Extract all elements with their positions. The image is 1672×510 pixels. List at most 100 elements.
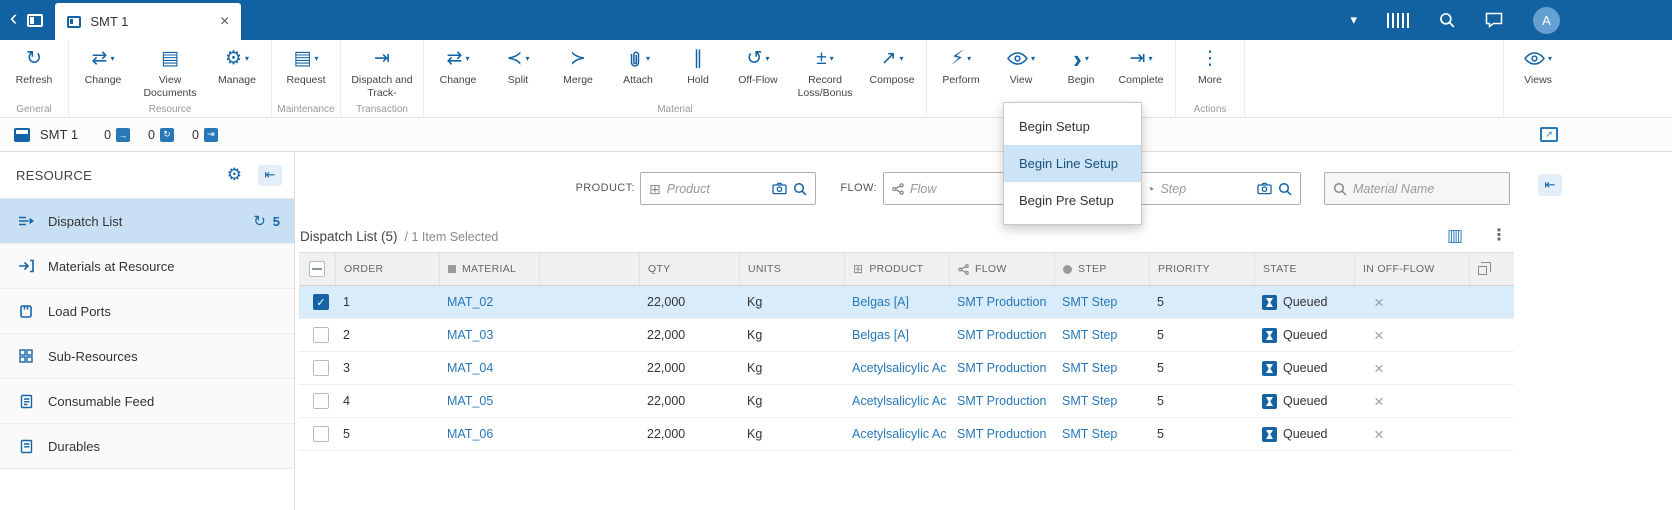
more-options-icon[interactable]: ⋮ <box>1491 225 1507 245</box>
material-link[interactable]: MAT_04 <box>447 361 493 375</box>
remove-icon[interactable]: × <box>1362 393 1384 410</box>
step-link[interactable]: SMT Step <box>1062 328 1117 342</box>
product-link[interactable]: Acetylsalicylic Ac <box>852 361 946 375</box>
menu-item-begin-line-setup[interactable]: Begin Line Setup <box>1004 145 1141 182</box>
toolbar-button-dispatch-and-track[interactable]: ⇥Dispatch and Track- <box>345 46 419 99</box>
step-input[interactable] <box>1160 182 1251 196</box>
row-checkbox[interactable]: ✓ <box>313 294 329 310</box>
column-header-flow[interactable]: FLOW <box>949 253 1054 285</box>
sidebar-item-load-ports[interactable]: Load Ports <box>0 289 294 334</box>
material-link[interactable]: MAT_06 <box>447 427 493 441</box>
sidebar-item-consumable-feed[interactable]: Consumable Feed <box>0 379 294 424</box>
product-link[interactable]: Acetylsalicylic Ac <box>852 394 946 408</box>
toolbar-button-record-loss-bonus[interactable]: ±▾Record Loss/Bonus <box>788 46 862 99</box>
sidebar-item-materials-at-resource[interactable]: Materials at Resource <box>0 244 294 289</box>
toolbar-button-split[interactable]: ≺▾Split <box>488 46 548 87</box>
search-icon[interactable] <box>793 182 807 196</box>
table-row[interactable]: 5MAT_0622,000KgAcetylsalicylic AcSMT Pro… <box>299 418 1514 451</box>
flow-link[interactable]: SMT Production <box>957 295 1046 309</box>
product-link[interactable]: Belgas [A] <box>852 295 909 309</box>
expand-icon[interactable]: ↗ <box>1540 127 1558 142</box>
remove-icon[interactable]: × <box>1362 426 1384 443</box>
table-row[interactable]: ✓1MAT_0222,000KgBelgas [A]SMT Production… <box>299 286 1514 319</box>
remove-icon[interactable]: × <box>1362 294 1384 311</box>
column-header-material[interactable]: MATERIAL <box>439 253 539 285</box>
avatar[interactable]: A <box>1533 7 1560 34</box>
refresh-count-badge[interactable]: ↻5 <box>253 212 280 230</box>
column-header-product[interactable]: ⊞PRODUCT <box>844 253 949 285</box>
row-checkbox[interactable] <box>313 360 329 376</box>
flow-link[interactable]: SMT Production <box>957 328 1046 342</box>
toolbar-button-refresh[interactable]: ↻Refresh <box>4 46 64 87</box>
column-header-state[interactable]: STATE <box>1254 253 1354 285</box>
toolbar-button-change[interactable]: ⇄▾Change <box>73 46 133 87</box>
material-search-input[interactable] <box>1353 182 1501 196</box>
toolbar-button-off-flow[interactable]: ↺▾Off-Flow <box>728 46 788 87</box>
barcode-icon[interactable] <box>1387 13 1409 28</box>
product-input[interactable] <box>667 182 766 196</box>
sidebar-item-dispatch-list[interactable]: Dispatch List↻5 <box>0 199 294 244</box>
column-header-step[interactable]: STEP <box>1054 253 1149 285</box>
toolbar-button-more[interactable]: ⋮More <box>1180 46 1240 87</box>
material-link[interactable]: MAT_05 <box>447 394 493 408</box>
tab-smt1[interactable]: SMT 1 × <box>55 3 241 40</box>
gear-icon[interactable]: ⚙ <box>227 165 242 185</box>
row-checkbox[interactable] <box>313 393 329 409</box>
flow-link[interactable]: SMT Production <box>957 394 1046 408</box>
toolbar-button-compose[interactable]: ↗▾Compose <box>862 46 922 87</box>
toolbar-button-views[interactable]: ▾ Views <box>1508 46 1568 87</box>
menu-item-begin-setup[interactable]: Begin Setup <box>1004 108 1141 145</box>
menu-item-begin-pre-setup[interactable]: Begin Pre Setup <box>1004 182 1141 219</box>
counter-track-in[interactable]: 0→ <box>104 128 130 142</box>
window-icon[interactable] <box>27 14 43 27</box>
column-header-icon-2[interactable] <box>539 253 639 285</box>
counter-track-out[interactable]: 0⇥ <box>192 128 218 142</box>
toolbar-button-begin[interactable]: ›▾Begin <box>1051 46 1111 87</box>
chat-icon[interactable] <box>1485 12 1503 28</box>
flow-link[interactable]: SMT Production <box>957 361 1046 375</box>
step-link[interactable]: SMT Step <box>1062 427 1117 441</box>
toolbar-button-change[interactable]: ⇄▾Change <box>428 46 488 87</box>
column-header-in-off-flow[interactable]: IN OFF-FLOW <box>1354 253 1469 285</box>
toolbar-button-hold[interactable]: ∥Hold <box>668 46 728 87</box>
column-header-qty[interactable]: QTY <box>639 253 739 285</box>
toolbar-button-perform[interactable]: ⚡▾Perform <box>931 46 991 87</box>
search-icon[interactable] <box>1278 182 1292 196</box>
table-row[interactable]: 3MAT_0422,000KgAcetylsalicylic AcSMT Pro… <box>299 352 1514 385</box>
toolbar-button-merge[interactable]: ≻Merge <box>548 46 608 87</box>
product-link[interactable]: Acetylsalicylic Ac <box>852 427 946 441</box>
toolbar-button-complete[interactable]: ⇥▾Complete <box>1111 46 1171 87</box>
tab-close-icon[interactable]: × <box>216 14 233 30</box>
step-link[interactable]: SMT Step <box>1062 394 1117 408</box>
row-checkbox[interactable] <box>313 327 329 343</box>
step-link[interactable]: SMT Step <box>1062 295 1117 309</box>
column-header-units[interactable]: UNITS <box>739 253 844 285</box>
counter-processing[interactable]: 0↻ <box>148 128 174 142</box>
toolbar-button-view-documents[interactable]: ▤View Documents <box>133 46 207 99</box>
search-icon[interactable] <box>1439 12 1455 28</box>
remove-icon[interactable]: × <box>1362 327 1384 344</box>
column-header-icon-11[interactable] <box>1469 253 1514 285</box>
flow-link[interactable]: SMT Production <box>957 427 1046 441</box>
camera-icon[interactable] <box>772 182 787 195</box>
chevron-down-icon[interactable]: ▾ <box>1350 12 1357 28</box>
table-row[interactable]: 2MAT_0322,000KgBelgas [A]SMT ProductionS… <box>299 319 1514 352</box>
camera-icon[interactable] <box>1257 182 1272 195</box>
step-link[interactable]: SMT Step <box>1062 361 1117 375</box>
toolbar-button-manage[interactable]: ⚙▾Manage <box>207 46 267 87</box>
material-link[interactable]: MAT_03 <box>447 328 493 342</box>
toolbar-button-request[interactable]: ▤▾Request <box>276 46 336 87</box>
column-header-priority[interactable]: PRIORITY <box>1149 253 1254 285</box>
row-checkbox[interactable] <box>313 426 329 442</box>
column-header-order[interactable]: ORDER <box>335 253 439 285</box>
collapse-sidebar-icon[interactable]: ⇤ <box>258 165 282 186</box>
material-link[interactable]: MAT_02 <box>447 295 493 309</box>
back-icon[interactable]: ‹ <box>0 7 27 33</box>
toolbar-button-view[interactable]: ▾View <box>991 46 1051 87</box>
table-row[interactable]: 4MAT_0522,000KgAcetylsalicylic AcSMT Pro… <box>299 385 1514 418</box>
column-chooser-icon[interactable]: ▥ <box>1447 226 1463 246</box>
remove-icon[interactable]: × <box>1362 360 1384 377</box>
collapse-panel-icon[interactable]: ⇤ <box>1538 174 1562 196</box>
toolbar-button-attach[interactable]: ▾Attach <box>608 46 668 87</box>
product-link[interactable]: Belgas [A] <box>852 328 909 342</box>
